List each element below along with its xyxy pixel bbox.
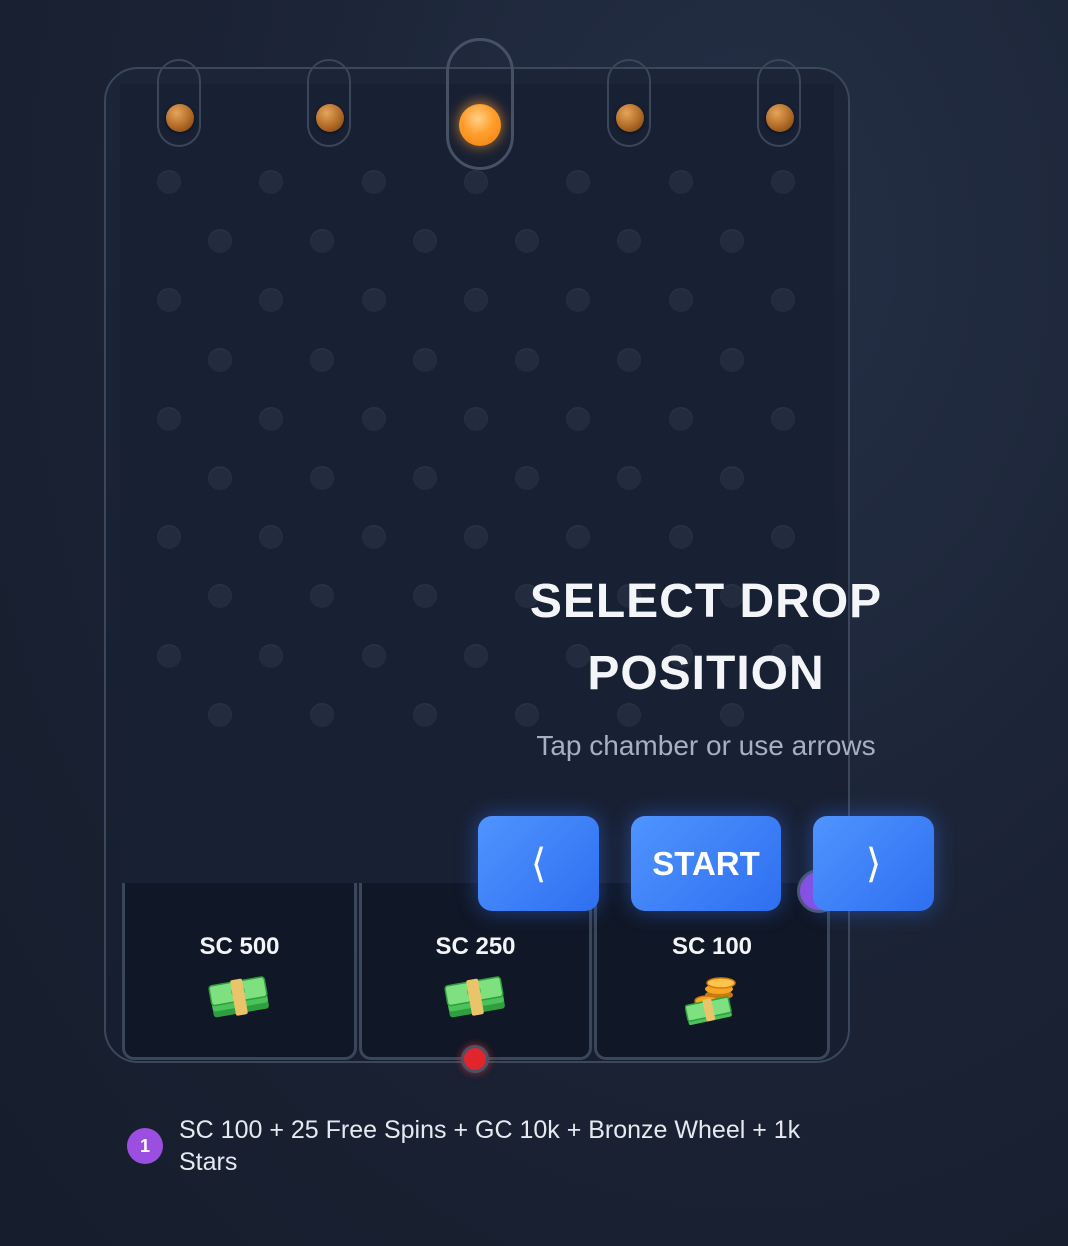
peg bbox=[362, 170, 386, 194]
peg bbox=[771, 406, 795, 431]
peg bbox=[259, 406, 283, 431]
money-stack-icon bbox=[207, 975, 273, 1023]
peg bbox=[566, 170, 590, 194]
peg bbox=[464, 406, 488, 431]
peg bbox=[617, 229, 641, 254]
peg bbox=[310, 466, 334, 490]
ball-chamber-4 bbox=[616, 104, 644, 132]
overlay-title-line-1: SELECT DROP bbox=[529, 575, 883, 628]
peg bbox=[362, 525, 386, 550]
peg bbox=[208, 466, 232, 490]
peg bbox=[617, 702, 641, 727]
peg bbox=[208, 347, 232, 372]
drop-chamber-5[interactable] bbox=[757, 59, 801, 147]
peg bbox=[669, 525, 693, 550]
peg bbox=[669, 406, 693, 431]
peg bbox=[515, 229, 539, 254]
peg bbox=[362, 643, 386, 668]
chevron-left-icon: ⟨ bbox=[530, 841, 547, 886]
chevron-right-icon: ⟩ bbox=[865, 841, 882, 886]
overlay-subtitle: Tap chamber or use arrows bbox=[536, 730, 876, 761]
peg bbox=[157, 170, 181, 194]
peg bbox=[208, 229, 232, 254]
prize-rank-badge: 1 bbox=[127, 1128, 163, 1164]
peg bbox=[566, 525, 590, 550]
move-right-button[interactable]: ⟩ bbox=[813, 816, 934, 911]
peg bbox=[310, 229, 334, 254]
landing-marker bbox=[461, 1045, 489, 1073]
prize-description: SC 100 + 25 Free Spins + GC 10k + Bronze… bbox=[179, 1116, 801, 1176]
peg bbox=[464, 525, 488, 550]
peg bbox=[515, 466, 539, 490]
ball-chamber-2 bbox=[316, 104, 344, 132]
peg bbox=[515, 347, 539, 372]
peg bbox=[413, 347, 437, 372]
peg bbox=[566, 406, 590, 431]
peg bbox=[720, 702, 744, 727]
start-button-label: START bbox=[652, 844, 760, 882]
start-button[interactable]: START bbox=[631, 816, 781, 911]
selected-ball bbox=[459, 104, 501, 146]
peg bbox=[362, 406, 386, 431]
peg bbox=[464, 170, 488, 194]
coins-and-cash-icon bbox=[684, 975, 739, 1029]
peg bbox=[413, 702, 437, 727]
move-left-button[interactable]: ⟨ bbox=[478, 816, 599, 911]
drop-chamber-1[interactable] bbox=[157, 59, 201, 147]
ball-chamber-5 bbox=[766, 104, 794, 132]
slot-label: SC 250 bbox=[435, 933, 516, 960]
slot-label: SC 100 bbox=[671, 933, 753, 960]
peg bbox=[617, 466, 641, 490]
peg bbox=[771, 525, 795, 550]
drop-chamber-2[interactable] bbox=[307, 59, 351, 147]
peg bbox=[413, 466, 437, 490]
peg bbox=[259, 643, 283, 668]
peg bbox=[259, 170, 283, 194]
drop-chamber-4[interactable] bbox=[607, 59, 651, 147]
peg bbox=[157, 643, 181, 668]
overlay-title-line-2: POSITION bbox=[587, 647, 825, 700]
money-stack-icon bbox=[443, 975, 509, 1023]
peg bbox=[310, 702, 334, 727]
peg bbox=[720, 466, 744, 490]
peg bbox=[617, 347, 641, 372]
prize-slot-1: SC 500 bbox=[122, 883, 357, 1060]
peg bbox=[157, 525, 181, 550]
peg bbox=[413, 229, 437, 254]
peg bbox=[669, 170, 693, 194]
peg bbox=[208, 702, 232, 727]
peg bbox=[720, 347, 744, 372]
peg bbox=[771, 170, 795, 194]
peg bbox=[310, 347, 334, 372]
peg bbox=[157, 406, 181, 431]
peg bbox=[515, 702, 539, 727]
ball-chamber-1 bbox=[166, 104, 194, 132]
slot-label: SC 500 bbox=[199, 933, 280, 960]
peg bbox=[720, 229, 744, 254]
peg bbox=[259, 525, 283, 550]
